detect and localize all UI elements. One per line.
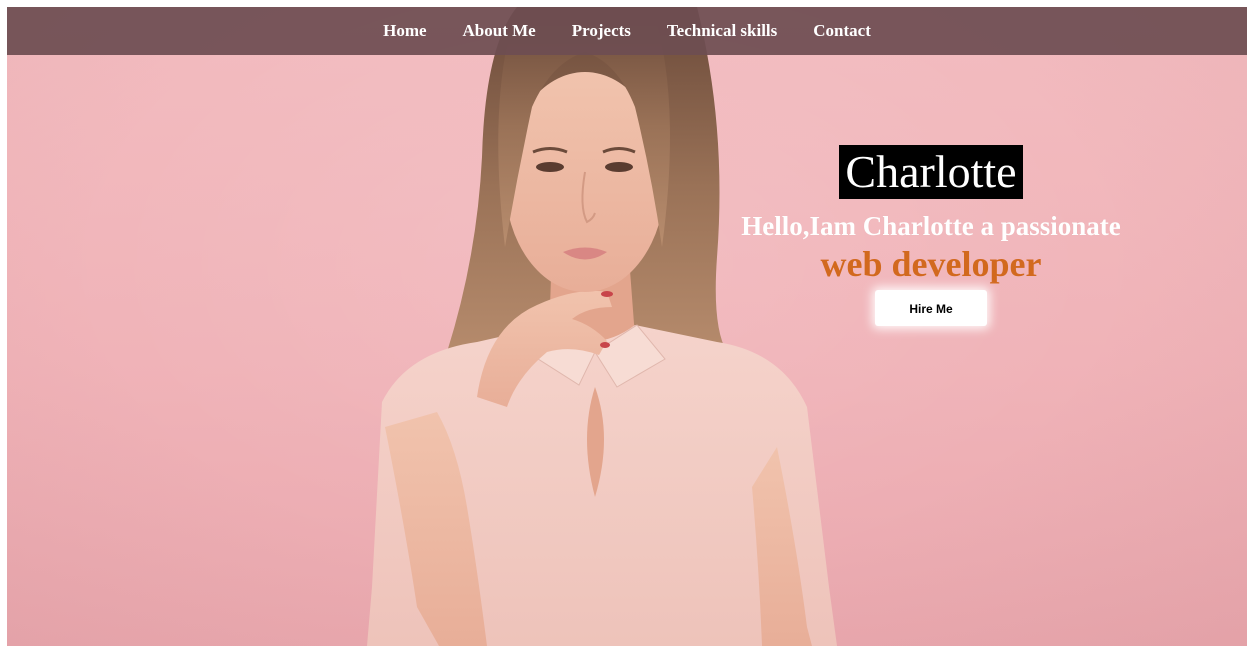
nav-menu: Home About Me Projects Technical skills … xyxy=(365,21,889,41)
nav-link-contact[interactable]: Contact xyxy=(795,21,889,40)
hero-text-block: Charlotte Hello,Iam Charlotte a passiona… xyxy=(707,145,1155,326)
hero-section: Home About Me Projects Technical skills … xyxy=(7,7,1247,646)
hero-name: Charlotte xyxy=(839,145,1023,199)
portrait-image xyxy=(367,7,837,646)
hire-me-button[interactable]: Hire Me xyxy=(875,290,987,326)
nav-link-home[interactable]: Home xyxy=(365,21,444,40)
nav-link-about-me[interactable]: About Me xyxy=(445,21,554,40)
nav-link-technical-skills[interactable]: Technical skills xyxy=(649,21,795,40)
hero-role: web developer xyxy=(820,244,1042,284)
top-navbar: Home About Me Projects Technical skills … xyxy=(7,7,1247,55)
hero-intro: Hello,Iam Charlotte a passionate xyxy=(741,211,1121,241)
nav-link-projects[interactable]: Projects xyxy=(554,21,649,40)
